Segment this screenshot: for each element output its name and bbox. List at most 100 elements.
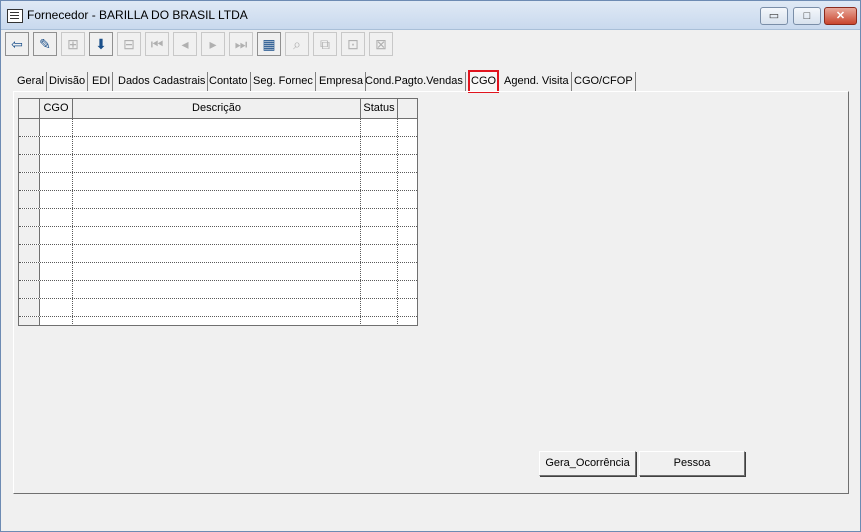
row-selector[interactable]	[19, 299, 40, 316]
save-download-button[interactable]: ⬇	[89, 32, 113, 56]
next-record-button[interactable]: ▸	[201, 32, 225, 56]
cell-filler[interactable]	[398, 281, 417, 298]
cell-cgo[interactable]	[40, 155, 73, 172]
cell-descricao[interactable]	[73, 137, 361, 154]
cell-cgo[interactable]	[40, 299, 73, 316]
cell-descricao[interactable]	[73, 155, 361, 172]
cell-status[interactable]	[361, 227, 398, 244]
row-selector[interactable]	[19, 173, 40, 190]
row-selector[interactable]	[19, 281, 40, 298]
cell-descricao[interactable]	[73, 173, 361, 190]
previous-record-button[interactable]: ◂	[173, 32, 197, 56]
cell-filler[interactable]	[398, 317, 417, 325]
column-header-cgo[interactable]: CGO	[40, 99, 73, 118]
minimize-button[interactable]: ▭	[760, 7, 788, 25]
link-button[interactable]: ⧉	[313, 32, 337, 56]
report-grid-button[interactable]: ▦	[257, 32, 281, 56]
row-selector[interactable]	[19, 191, 40, 208]
cell-descricao[interactable]	[73, 227, 361, 244]
cell-status[interactable]	[361, 119, 398, 136]
cell-cgo[interactable]	[40, 245, 73, 262]
table-row[interactable]	[19, 281, 417, 299]
cgo-grid[interactable]: CGO Descrição Status	[18, 98, 418, 326]
cell-status[interactable]	[361, 137, 398, 154]
last-record-button[interactable]: ⏭	[229, 32, 253, 56]
table-row[interactable]	[19, 227, 417, 245]
cell-filler[interactable]	[398, 245, 417, 262]
tab-divis-o[interactable]: Divisão	[47, 72, 89, 91]
tab-agend-visita[interactable]: Agend. Visita	[502, 72, 572, 91]
table-row[interactable]	[19, 245, 417, 263]
close-button[interactable]: ✕	[824, 7, 857, 25]
pessoa-button[interactable]: Pessoa	[639, 451, 745, 476]
eraser-button[interactable]: ✎	[33, 32, 57, 56]
column-header-status[interactable]: Status	[361, 99, 398, 118]
cell-filler[interactable]	[398, 209, 417, 226]
table-row[interactable]	[19, 191, 417, 209]
cell-status[interactable]	[361, 245, 398, 262]
cell-filler[interactable]	[398, 191, 417, 208]
cell-cgo[interactable]	[40, 173, 73, 190]
tab-cgo-cfop[interactable]: CGO/CFOP	[572, 72, 636, 91]
tab-cgo[interactable]: CGO	[468, 70, 500, 93]
row-selector[interactable]	[19, 263, 40, 280]
search-button[interactable]: ⌕	[285, 32, 309, 56]
table-row[interactable]	[19, 299, 417, 317]
cell-cgo[interactable]	[40, 209, 73, 226]
tab-cond-pagto-vendas[interactable]: Cond.Pagto.Vendas	[363, 72, 466, 91]
title-bar[interactable]: Fornecedor - BARILLA DO BRASIL LTDA ▭ □ …	[1, 1, 860, 30]
row-selector[interactable]	[19, 317, 40, 325]
tab-edi[interactable]: EDI	[90, 72, 114, 91]
delete-record-button[interactable]: ⊠	[369, 32, 393, 56]
row-selector[interactable]	[19, 227, 40, 244]
row-selector[interactable]	[19, 209, 40, 226]
cell-cgo[interactable]	[40, 227, 73, 244]
tab-contato[interactable]: Contato	[207, 72, 251, 91]
remove-record-button[interactable]: ⊟	[117, 32, 141, 56]
cell-cgo[interactable]	[40, 263, 73, 280]
cell-status[interactable]	[361, 155, 398, 172]
table-row[interactable]	[19, 119, 417, 137]
exit-door-button[interactable]: ⇦	[5, 32, 29, 56]
tab-geral[interactable]: Geral	[15, 72, 47, 91]
column-header-descricao[interactable]: Descrição	[73, 99, 361, 118]
maximize-button[interactable]: □	[793, 7, 821, 25]
cell-filler[interactable]	[398, 155, 417, 172]
cell-cgo[interactable]	[40, 281, 73, 298]
cell-filler[interactable]	[398, 173, 417, 190]
cell-descricao[interactable]	[73, 299, 361, 316]
table-row[interactable]	[19, 137, 417, 155]
row-selector[interactable]	[19, 119, 40, 136]
cell-filler[interactable]	[398, 137, 417, 154]
row-selector[interactable]	[19, 245, 40, 262]
row-selector[interactable]	[19, 137, 40, 154]
cell-descricao[interactable]	[73, 317, 361, 325]
table-row[interactable]	[19, 209, 417, 227]
cell-filler[interactable]	[398, 299, 417, 316]
cell-status[interactable]	[361, 317, 398, 325]
cell-descricao[interactable]	[73, 209, 361, 226]
cell-cgo[interactable]	[40, 119, 73, 136]
table-row[interactable]	[19, 173, 417, 191]
row-selector[interactable]	[19, 155, 40, 172]
tab-seg-fornec[interactable]: Seg. Fornec	[251, 72, 316, 91]
cell-cgo[interactable]	[40, 137, 73, 154]
table-row[interactable]	[19, 155, 417, 173]
cell-descricao[interactable]	[73, 245, 361, 262]
tab-dados-cadastrais[interactable]: Dados Cadastrais	[116, 72, 209, 91]
cell-status[interactable]	[361, 299, 398, 316]
cell-status[interactable]	[361, 209, 398, 226]
cell-status[interactable]	[361, 191, 398, 208]
cell-filler[interactable]	[398, 227, 417, 244]
add-record-button[interactable]: ⊞	[61, 32, 85, 56]
gera-ocorrencia-button[interactable]: Gera_Ocorrência	[539, 451, 636, 476]
table-row[interactable]	[19, 317, 417, 325]
cell-status[interactable]	[361, 263, 398, 280]
cell-filler[interactable]	[398, 263, 417, 280]
edit-record-button[interactable]: ⊡	[341, 32, 365, 56]
tab-empresa[interactable]: Empresa	[317, 72, 367, 91]
table-row[interactable]	[19, 263, 417, 281]
cell-descricao[interactable]	[73, 191, 361, 208]
cell-descricao[interactable]	[73, 263, 361, 280]
first-record-button[interactable]: ⏮	[145, 32, 169, 56]
